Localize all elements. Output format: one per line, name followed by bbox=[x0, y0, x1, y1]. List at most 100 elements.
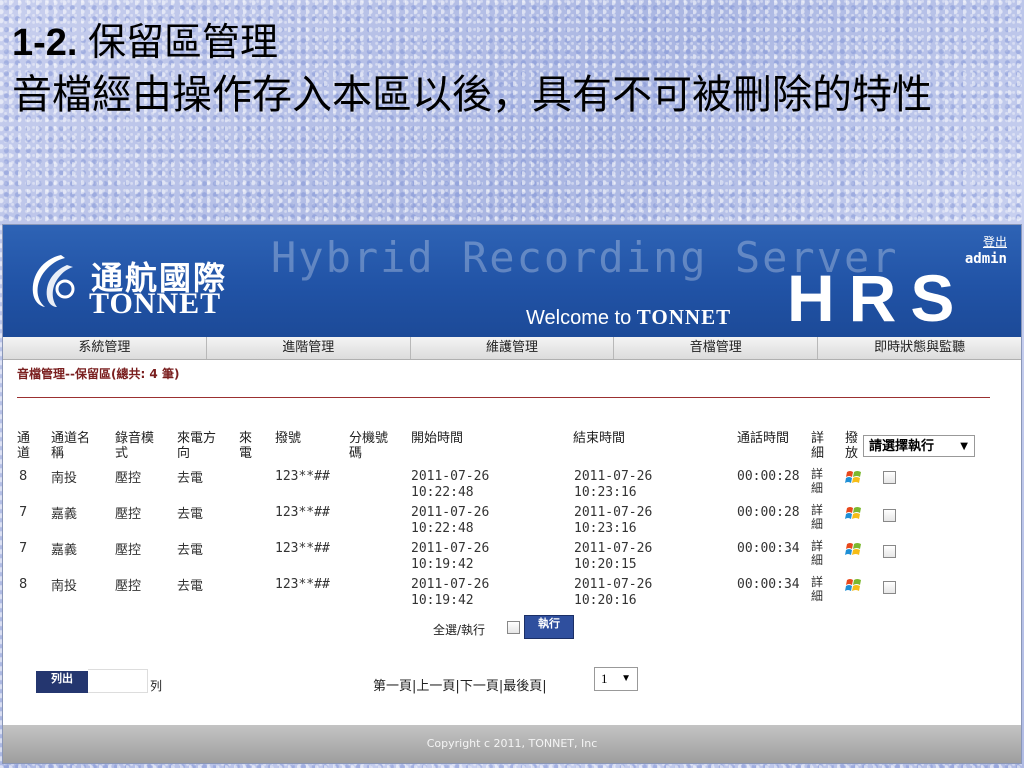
tonnet-logo-icon bbox=[32, 255, 75, 307]
header-record-mode: 錄音模式 bbox=[115, 431, 155, 461]
bulk-action: 全選/執行 bbox=[433, 621, 520, 638]
play-icon[interactable] bbox=[845, 577, 863, 593]
cell-channel-name: 南投 bbox=[51, 579, 78, 594]
slide-body-text: 音檔經由操作存入本區以後，具有不可被刪除的特性 bbox=[12, 72, 932, 118]
play-icon[interactable] bbox=[845, 505, 863, 521]
detail-link[interactable]: 詳細 bbox=[811, 575, 825, 603]
cell-record-mode: 壓控 bbox=[115, 579, 142, 594]
cell-end-date: 2011-07-26 bbox=[574, 469, 653, 484]
menu-item-maintenance[interactable]: 維護管理 bbox=[411, 337, 615, 359]
logo-english-name: TONNET bbox=[89, 287, 222, 320]
product-logo: HRS bbox=[787, 261, 969, 335]
cell-record-mode: 壓控 bbox=[115, 507, 142, 522]
execute-button[interactable]: 執行 bbox=[524, 615, 574, 639]
cell-record-mode: 壓控 bbox=[115, 543, 142, 558]
cell-start-date: 2011-07-26 bbox=[411, 577, 490, 592]
section-title: 音檔管理--保留區(總共: 4 筆) bbox=[17, 367, 180, 381]
header-caller: 來電 bbox=[239, 431, 253, 461]
cell-duration: 00:00:28 bbox=[737, 505, 800, 520]
cell-end-time: 10:23:16 bbox=[574, 521, 637, 536]
page-select-value: 1 bbox=[601, 671, 608, 686]
row-checkbox[interactable] bbox=[883, 471, 896, 484]
hrs-app-window: 通航國際 TONNET Hybrid Recording Server Welc… bbox=[2, 224, 1022, 764]
rows-per-page-input[interactable] bbox=[88, 669, 148, 693]
cell-end-date: 2011-07-26 bbox=[574, 541, 653, 556]
header-start-time: 開始時間 bbox=[411, 431, 464, 446]
slide-heading-text: 保留區管理 bbox=[88, 20, 279, 64]
play-icon[interactable] bbox=[845, 469, 863, 485]
header-detail: 詳細 bbox=[811, 431, 825, 461]
welcome-brand: TONNET bbox=[636, 305, 732, 329]
detail-link[interactable]: 詳細 bbox=[811, 467, 825, 495]
cell-end-date: 2011-07-26 bbox=[574, 505, 653, 520]
header-end-time: 結束時間 bbox=[573, 431, 626, 446]
cell-start-date: 2011-07-26 bbox=[411, 541, 490, 556]
header-extension: 分機號碼 bbox=[349, 431, 389, 461]
header-dialed: 撥號 bbox=[275, 431, 302, 446]
cell-duration: 00:00:34 bbox=[737, 541, 800, 556]
last-page-link[interactable]: 最後頁 bbox=[503, 679, 542, 694]
play-icon[interactable] bbox=[845, 541, 863, 557]
cell-record-mode: 壓控 bbox=[115, 471, 142, 486]
header-channel-name: 通道名稱 bbox=[51, 431, 91, 461]
header-call-direction: 來電方向 bbox=[177, 431, 217, 461]
menu-item-advanced[interactable]: 進階管理 bbox=[207, 337, 411, 359]
cell-call-direction: 去電 bbox=[177, 471, 204, 486]
row-checkbox[interactable] bbox=[883, 545, 896, 558]
cell-end-time: 10:20:16 bbox=[574, 593, 637, 608]
cell-channel-name: 南投 bbox=[51, 471, 78, 486]
chevron-down-icon: ▼ bbox=[621, 673, 631, 684]
slide-title: 1-2. 保留區管理 音檔經由操作存入本區以後，具有不可被刪除的特性 bbox=[12, 18, 1012, 123]
cell-dialed: 123**## bbox=[275, 469, 330, 484]
main-menu: 系統管理 進階管理 維護管理 音檔管理 即時狀態與監聽 bbox=[3, 337, 1021, 360]
rows-label: 列 bbox=[150, 679, 163, 693]
action-select[interactable]: 請選擇執行 ▼ bbox=[863, 435, 975, 457]
footer: Copyright c 2011, TONNET, Inc bbox=[3, 725, 1021, 763]
prev-page-link[interactable]: 上一頁 bbox=[416, 679, 455, 694]
chevron-down-icon: ▼ bbox=[960, 441, 968, 452]
menu-item-monitor[interactable]: 即時狀態與監聽 bbox=[818, 337, 1021, 359]
cell-end-time: 10:20:15 bbox=[574, 557, 637, 572]
welcome-prefix: Welcome to bbox=[526, 307, 632, 329]
cell-end-date: 2011-07-26 bbox=[574, 577, 653, 592]
cell-start-date: 2011-07-26 bbox=[411, 505, 490, 520]
logout-link[interactable]: 登出 bbox=[983, 233, 1007, 250]
menu-item-audio[interactable]: 音檔管理 bbox=[614, 337, 819, 359]
cell-dialed: 123**## bbox=[275, 505, 330, 520]
header-duration: 通話時間 bbox=[737, 431, 790, 446]
action-select-value: 請選擇執行 bbox=[869, 439, 935, 454]
detail-link[interactable]: 詳細 bbox=[811, 503, 825, 531]
current-user: admin bbox=[964, 251, 1007, 267]
header-channel: 通道 bbox=[17, 431, 31, 461]
cell-dialed: 123**## bbox=[275, 577, 330, 592]
select-all-checkbox[interactable] bbox=[507, 621, 520, 634]
list-button[interactable]: 列出 bbox=[36, 671, 88, 693]
detail-link[interactable]: 詳細 bbox=[811, 539, 825, 567]
page-select[interactable]: 1 ▼ bbox=[594, 667, 638, 691]
cell-start-time: 10:22:48 bbox=[411, 485, 474, 500]
cell-start-time: 10:22:48 bbox=[411, 521, 474, 536]
row-checkbox[interactable] bbox=[883, 509, 896, 522]
cell-dialed: 123**## bbox=[275, 541, 330, 556]
row-checkbox[interactable] bbox=[883, 581, 896, 594]
cell-channel: 7 bbox=[19, 505, 28, 520]
menu-item-system[interactable]: 系統管理 bbox=[3, 337, 207, 359]
next-page-link[interactable]: 下一頁 bbox=[460, 679, 499, 694]
cell-channel-name: 嘉義 bbox=[51, 543, 78, 558]
cell-start-time: 10:19:42 bbox=[411, 593, 474, 608]
first-page-link[interactable]: 第一頁 bbox=[373, 679, 412, 694]
cell-duration: 00:00:28 bbox=[737, 469, 800, 484]
select-all-label: 全選/執行 bbox=[433, 623, 486, 637]
cell-call-direction: 去電 bbox=[177, 507, 204, 522]
cell-channel-name: 嘉義 bbox=[51, 507, 78, 522]
cell-call-direction: 去電 bbox=[177, 543, 204, 558]
cell-channel: 8 bbox=[19, 469, 28, 484]
cell-duration: 00:00:34 bbox=[737, 577, 800, 592]
cell-channel: 7 bbox=[19, 541, 28, 556]
cell-start-time: 10:19:42 bbox=[411, 557, 474, 572]
header-banner: 通航國際 TONNET Hybrid Recording Server Welc… bbox=[3, 225, 1021, 337]
cell-end-time: 10:23:16 bbox=[574, 485, 637, 500]
cell-channel: 8 bbox=[19, 577, 28, 592]
cell-call-direction: 去電 bbox=[177, 579, 204, 594]
welcome-text: Welcome to TONNET bbox=[526, 305, 731, 330]
